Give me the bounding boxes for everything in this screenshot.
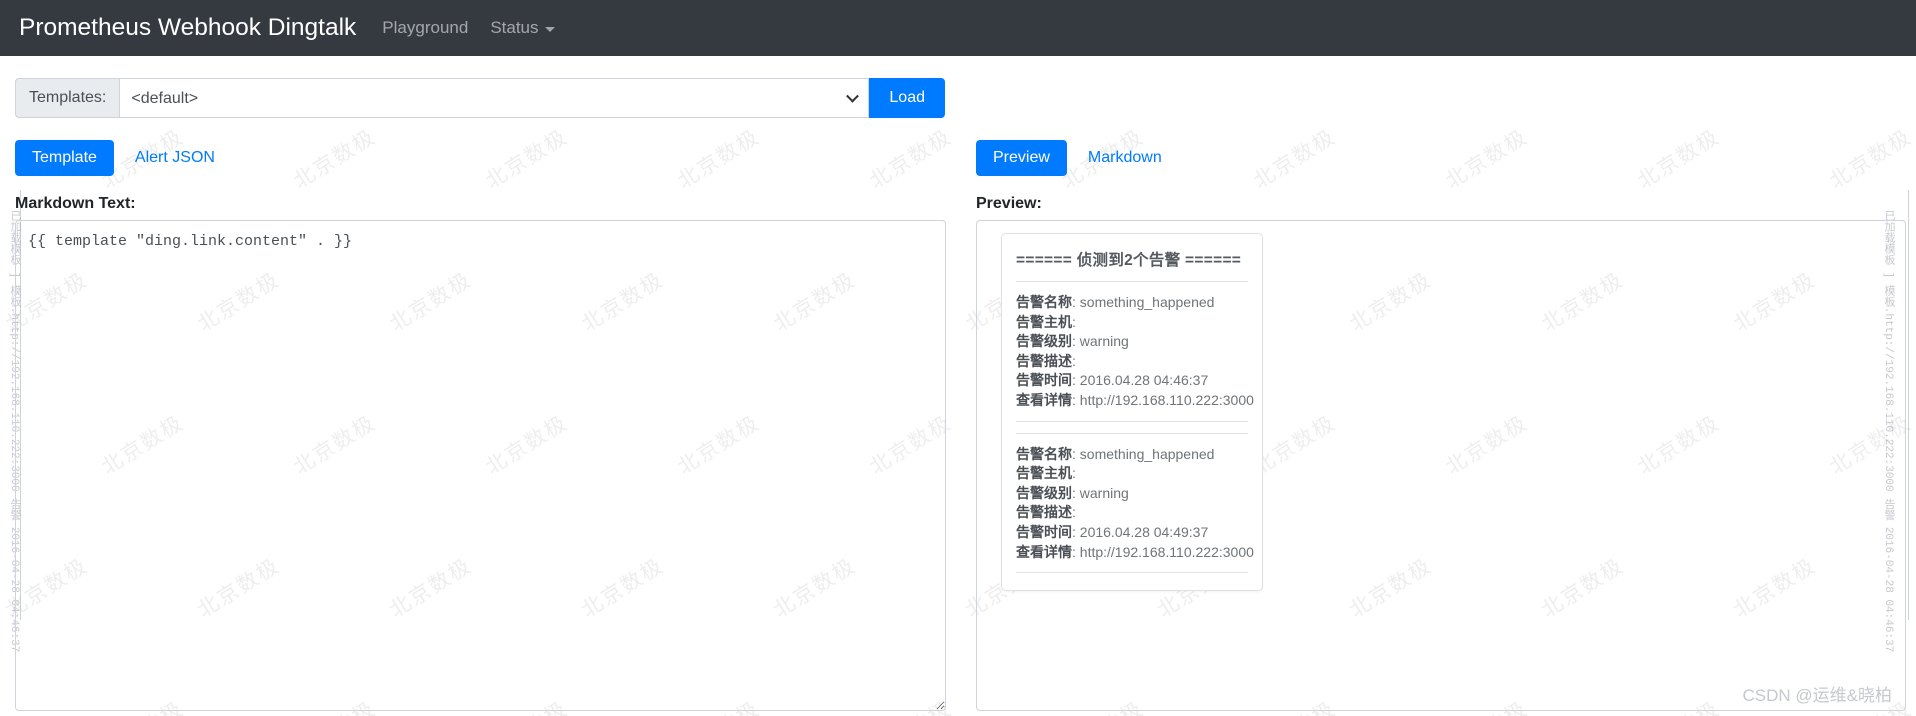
alert-detail-line: 查看详情: http://192.168.110.222:3000 bbox=[1016, 543, 1254, 560]
alert-name-line: 告警名称: something_happened bbox=[1016, 294, 1215, 310]
chevron-down-icon bbox=[544, 27, 555, 32]
load-button[interactable]: Load bbox=[869, 78, 945, 118]
templates-select-wrapper: <default> bbox=[119, 78, 870, 118]
alert-host-line: 告警主机: bbox=[1016, 465, 1076, 482]
divider bbox=[1016, 432, 1248, 434]
preview-label: Preview: bbox=[976, 195, 1042, 212]
alert-level-label: 告警级别 bbox=[1016, 333, 1072, 350]
tab-alert-json[interactable]: Alert JSON bbox=[118, 140, 232, 176]
alert-name-label: 告警名称 bbox=[1016, 445, 1072, 462]
alert-host-label: 告警主机 bbox=[1016, 465, 1072, 482]
alert-detail-value[interactable]: http://192.168.110.222:3000 bbox=[1080, 392, 1254, 408]
nav-link-playground[interactable]: Playground bbox=[382, 18, 468, 38]
nav-link-status-label: Status bbox=[490, 18, 539, 37]
templates-input-group: Templates: <default> Load bbox=[15, 78, 945, 118]
tab-preview[interactable]: Preview bbox=[976, 140, 1067, 176]
navbar: Prometheus Webhook Dingtalk Playground S… bbox=[0, 0, 1916, 56]
divider bbox=[1016, 420, 1248, 422]
alert-block: 告警名称: something_happened 告警主机: 告警级别: war… bbox=[1016, 445, 1254, 562]
divider bbox=[1016, 572, 1248, 574]
alert-desc-line: 告警描述: bbox=[1016, 504, 1076, 521]
alert-detail-label: 查看详情 bbox=[1016, 543, 1072, 560]
alert-name-value: something_happened bbox=[1079, 445, 1215, 462]
alert-host-line: 告警主机: bbox=[1016, 313, 1076, 330]
alert-level-value: warning bbox=[1079, 333, 1129, 350]
page-container: Templates: <default> Load Template Alert… bbox=[0, 78, 1916, 711]
alert-host-label: 告警主机 bbox=[1016, 313, 1072, 330]
main-columns: Template Alert JSON Markdown Text: Previ… bbox=[15, 140, 1906, 711]
alert-preview-card: ====== 侦测到2个告警 ====== 告警名称: something_ha… bbox=[1001, 233, 1263, 592]
csdn-watermark: CSDN @运维&晓柏 bbox=[1742, 686, 1893, 705]
nav-link-status[interactable]: Status bbox=[490, 18, 555, 38]
app-brand-title[interactable]: Prometheus Webhook Dingtalk bbox=[19, 14, 356, 42]
alert-block: 告警名称: something_happened 告警主机: 告警级别: war… bbox=[1016, 293, 1254, 410]
right-column: Preview Markdown Preview: ====== 侦测到2个告警… bbox=[961, 140, 1906, 711]
templates-label: Templates: bbox=[15, 78, 120, 118]
alert-level-label: 告警级别 bbox=[1016, 484, 1072, 501]
tab-template[interactable]: Template bbox=[15, 140, 114, 176]
alert-name-line: 告警名称: something_happened bbox=[1016, 445, 1215, 462]
alert-name-value: something_happened bbox=[1079, 294, 1215, 310]
alert-time-value: 2016.04.28 04:49:37 bbox=[1079, 524, 1209, 541]
alert-time-value: 2016.04.28 04:46:37 bbox=[1079, 372, 1209, 389]
alert-time-label: 告警时间 bbox=[1016, 524, 1072, 541]
alert-level-value: warning bbox=[1079, 484, 1129, 501]
alert-name-label: 告警名称 bbox=[1016, 294, 1072, 310]
alert-detail-label: 查看详情 bbox=[1016, 392, 1072, 409]
markdown-textarea[interactable] bbox=[15, 220, 946, 711]
alert-time-line: 告警时间: 2016.04.28 04:46:37 bbox=[1016, 372, 1209, 389]
markdown-text-label: Markdown Text: bbox=[15, 195, 136, 212]
templates-select[interactable]: <default> bbox=[119, 78, 870, 118]
left-tabs: Template Alert JSON bbox=[15, 140, 946, 176]
alert-detail-line: 查看详情: http://192.168.110.222:3000 bbox=[1016, 392, 1254, 409]
alert-time-line: 告警时间: 2016.04.28 04:49:37 bbox=[1016, 524, 1209, 541]
right-tabs: Preview Markdown bbox=[976, 140, 1906, 176]
alert-time-label: 告警时间 bbox=[1016, 372, 1072, 389]
alert-desc-line: 告警描述: bbox=[1016, 352, 1076, 369]
alert-level-line: 告警级别: warning bbox=[1016, 333, 1129, 350]
alert-level-line: 告警级别: warning bbox=[1016, 484, 1129, 501]
left-column: Template Alert JSON Markdown Text: bbox=[15, 140, 961, 711]
divider bbox=[1016, 281, 1248, 282]
preview-panel: ====== 侦测到2个告警 ====== 告警名称: something_ha… bbox=[976, 220, 1906, 711]
alert-desc-label: 告警描述 bbox=[1016, 504, 1072, 521]
tab-markdown[interactable]: Markdown bbox=[1071, 140, 1179, 176]
alert-desc-label: 告警描述 bbox=[1016, 352, 1072, 369]
alert-card-title: ====== 侦测到2个告警 ====== bbox=[1016, 252, 1242, 269]
alert-detail-value[interactable]: http://192.168.110.222:3000 bbox=[1080, 544, 1254, 560]
